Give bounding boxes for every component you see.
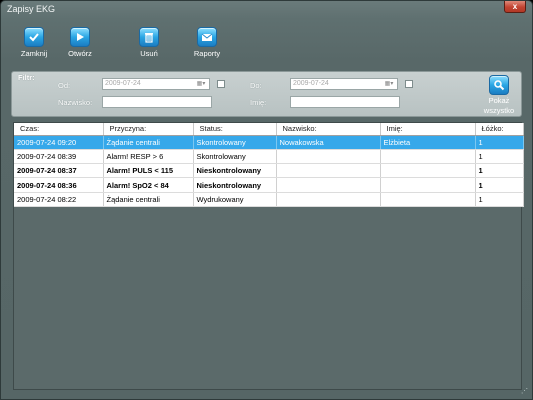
surname-label: Nazwisko: (58, 98, 93, 107)
column-header-reason[interactable]: Przyczyna: (103, 123, 194, 136)
calendar-dropdown-icon[interactable]: ▦▾ (194, 80, 208, 88)
cell-reason[interactable]: Alarm! SpO2 < 84 (103, 177, 194, 193)
cell-name[interactable]: Elżbieta (380, 135, 476, 150)
filter-panel: Filtr: Od: 2009-07-24 ▦▾ Do: 2009-07-24 … (11, 71, 522, 117)
cell-time[interactable]: 2009-07-24 08:22 (14, 192, 104, 207)
checkmark-icon (24, 27, 44, 47)
cell-surname[interactable] (276, 149, 381, 165)
delete-button[interactable]: Usuń (129, 27, 169, 61)
surname-field[interactable] (102, 96, 212, 108)
app-window: Zapisy EKG x Zamknij Otwórz Usuń Raporty… (0, 0, 533, 400)
play-icon (70, 27, 90, 47)
table-row[interactable]: 2009-07-24 08:39 Alarm! RESP > 6 Skontro… (14, 149, 524, 165)
cell-name[interactable] (380, 192, 476, 207)
cell-bed[interactable]: 1 (475, 135, 524, 150)
column-header-surname[interactable]: Nazwisko: (276, 123, 381, 136)
window-title: Zapisy EKG (7, 4, 56, 14)
column-header-name[interactable]: Imię: (380, 123, 476, 136)
cell-status[interactable]: Nieskontrolowany (193, 163, 277, 179)
to-date-label: Do: (250, 81, 262, 90)
reports-label: Raporty (193, 49, 221, 58)
from-date-label: Od: (58, 81, 71, 90)
column-header-status[interactable]: Status: (193, 123, 277, 136)
cell-time[interactable]: 2009-07-24 08:37 (14, 163, 104, 179)
to-date-checkbox[interactable] (405, 80, 413, 88)
records-table: Czas: Przyczyna: Status: Nazwisko: Imię:… (14, 123, 524, 207)
from-date-checkbox[interactable] (217, 80, 225, 88)
column-header-time[interactable]: Czas: (14, 123, 104, 136)
envelope-icon (197, 27, 217, 47)
delete-label: Usuń (140, 49, 158, 58)
cell-reason[interactable]: Żądanie centrali (103, 135, 194, 150)
close-record-button[interactable]: Zamknij (14, 27, 54, 61)
cell-time[interactable]: 2009-07-24 08:36 (14, 177, 104, 193)
cell-status[interactable]: Wydrukowany (193, 192, 277, 207)
show-all-label-line1: Pokaż (488, 96, 510, 105)
resize-grip-icon[interactable]: ⋰ (521, 388, 529, 396)
cell-reason[interactable]: Alarm! RESP > 6 (103, 149, 194, 165)
open-button[interactable]: Otwórz (60, 27, 100, 61)
cell-status[interactable]: Nieskontrolowany (193, 177, 277, 193)
magnifier-icon (489, 75, 509, 95)
column-header-bed[interactable]: Łóżko: (475, 123, 524, 136)
table-row[interactable]: 2009-07-24 09:20 Żądanie centrali Skontr… (14, 135, 524, 150)
close-record-label: Zamknij (20, 49, 48, 58)
from-date-field[interactable]: 2009-07-24 ▦▾ (102, 78, 210, 90)
window-close-button[interactable]: x (504, 1, 526, 13)
show-all-button[interactable]: Pokaż wszystko (478, 75, 520, 115)
table-row[interactable]: 2009-07-24 08:36 Alarm! SpO2 < 84 Niesko… (14, 177, 524, 193)
cell-reason[interactable]: Alarm! PULS < 115 (103, 163, 194, 179)
name-label: Imię: (250, 98, 267, 107)
to-date-value: 2009-07-24 (293, 80, 329, 87)
cell-surname[interactable] (276, 163, 381, 179)
to-date-field[interactable]: 2009-07-24 ▦▾ (290, 78, 398, 90)
filter-title: Filtr: (18, 73, 35, 82)
cell-surname[interactable]: Nowakowska (276, 135, 381, 150)
cell-status[interactable]: Skontrolowany (193, 135, 277, 150)
cell-time[interactable]: 2009-07-24 08:39 (14, 149, 104, 165)
cell-bed[interactable]: 1 (475, 192, 524, 207)
show-all-label-line2: wszystko (483, 106, 515, 115)
name-field[interactable] (290, 96, 400, 108)
reports-button[interactable]: Raporty (187, 27, 227, 61)
from-date-value: 2009-07-24 (105, 80, 141, 87)
cell-time[interactable]: 2009-07-24 09:20 (14, 135, 104, 150)
cell-name[interactable] (380, 149, 476, 165)
open-label: Otwórz (68, 49, 92, 58)
cell-bed[interactable]: 1 (475, 163, 524, 179)
close-icon: x (512, 1, 518, 11)
cell-reason[interactable]: Żądanie centrali (103, 192, 194, 207)
cell-surname[interactable] (276, 177, 381, 193)
table-row[interactable]: 2009-07-24 08:37 Alarm! PULS < 115 Niesk… (14, 163, 524, 179)
cell-bed[interactable]: 1 (475, 149, 524, 165)
cell-name[interactable] (380, 163, 476, 179)
cell-status[interactable]: Skontrolowany (193, 149, 277, 165)
trash-icon (139, 27, 159, 47)
cell-surname[interactable] (276, 192, 381, 207)
calendar-dropdown-icon[interactable]: ▦▾ (382, 80, 396, 88)
cell-bed[interactable]: 1 (475, 177, 524, 193)
table-row[interactable]: 2009-07-24 08:22 Żądanie centrali Wydruk… (14, 192, 524, 207)
cell-name[interactable] (380, 177, 476, 193)
records-grid[interactable]: Czas: Przyczyna: Status: Nazwisko: Imię:… (13, 122, 524, 390)
table-header-row: Czas: Przyczyna: Status: Nazwisko: Imię:… (14, 123, 524, 136)
